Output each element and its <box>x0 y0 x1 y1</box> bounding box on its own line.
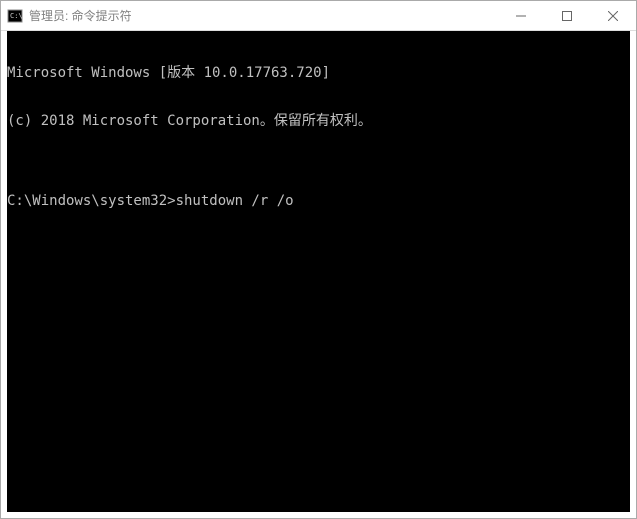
console-prompt: C:\Windows\system32> <box>7 193 176 209</box>
console-area[interactable]: Microsoft Windows [版本 10.0.17763.720] (c… <box>7 31 630 512</box>
maximize-button[interactable] <box>544 1 590 30</box>
svg-text:C:\: C:\ <box>10 12 23 20</box>
window-controls <box>498 1 636 30</box>
console-command: shutdown /r /o <box>176 193 294 209</box>
console-prompt-line: C:\Windows\system32>shutdown /r /o <box>7 193 630 209</box>
console-output-line: (c) 2018 Microsoft Corporation。保留所有权利。 <box>7 113 630 129</box>
titlebar[interactable]: C:\ 管理员: 命令提示符 <box>1 1 636 31</box>
app-icon: C:\ <box>7 8 23 24</box>
minimize-button[interactable] <box>498 1 544 30</box>
cmd-window: C:\ 管理员: 命令提示符 Microsoft Windows [版本 10.… <box>0 0 637 519</box>
close-button[interactable] <box>590 1 636 30</box>
window-title: 管理员: 命令提示符 <box>29 7 498 24</box>
console-output-line: Microsoft Windows [版本 10.0.17763.720] <box>7 65 630 81</box>
